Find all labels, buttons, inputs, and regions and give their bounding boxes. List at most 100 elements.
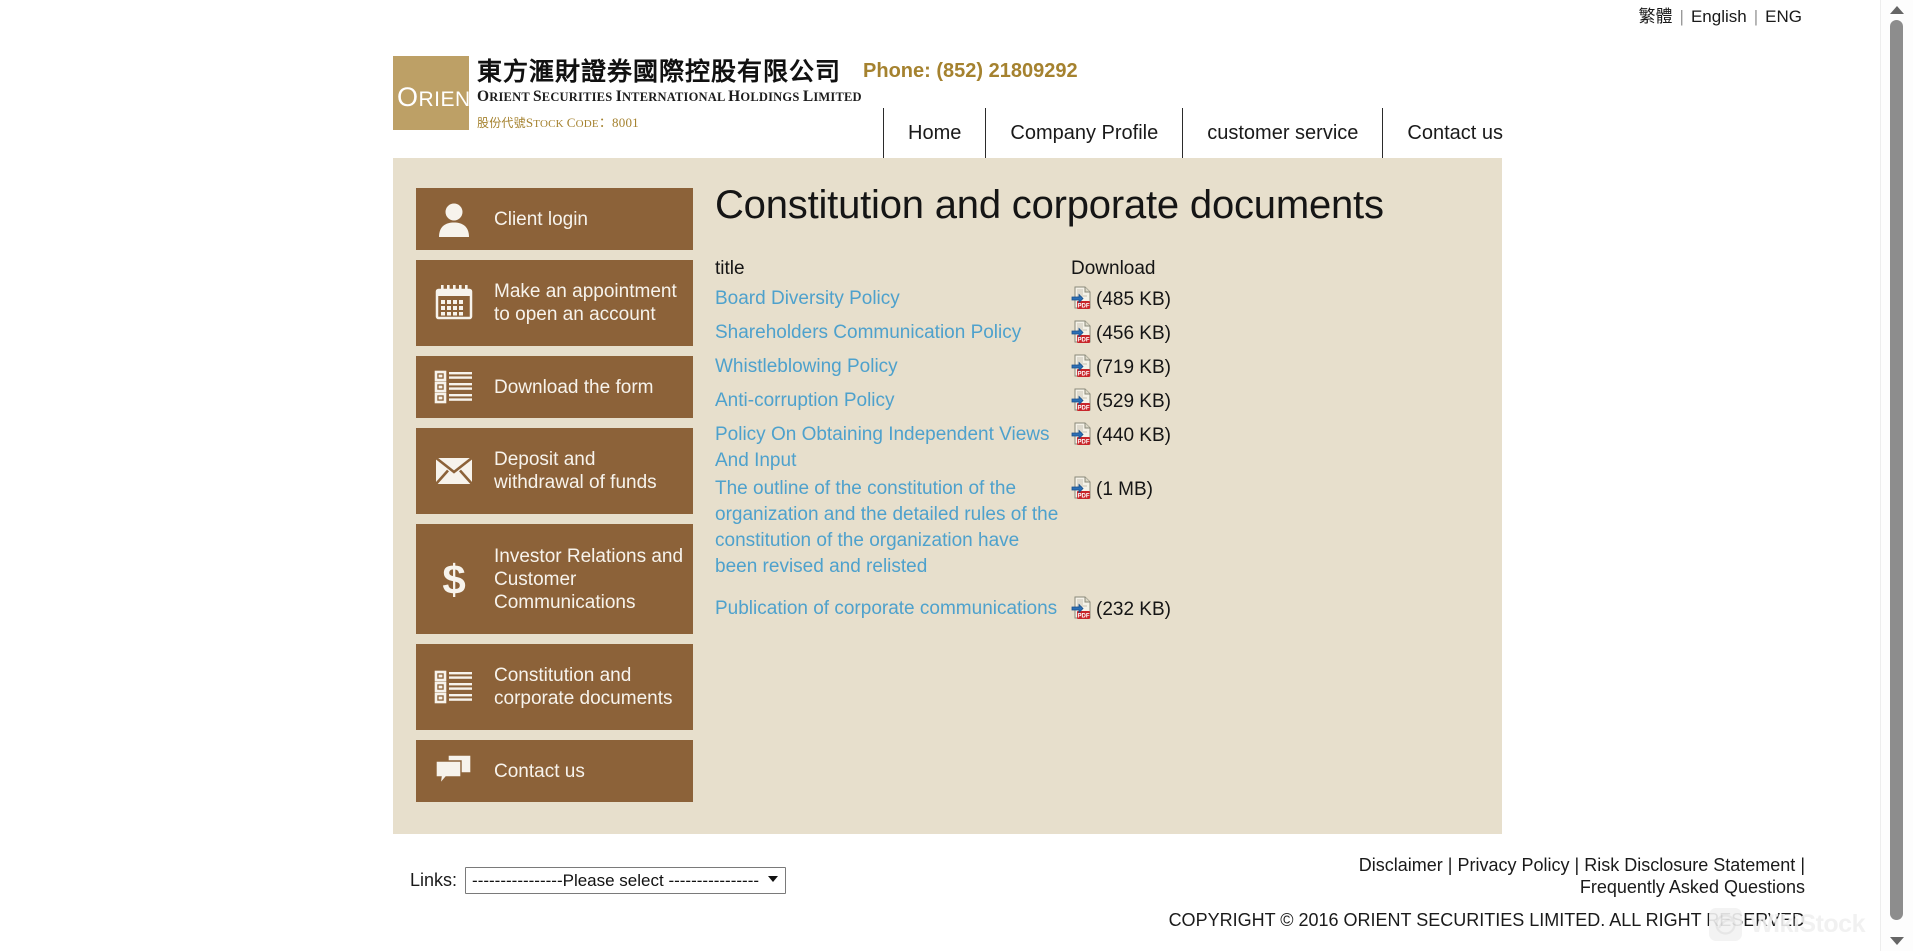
svg-text:PDF: PDF bbox=[1078, 440, 1090, 446]
pdf-icon[interactable]: PDF bbox=[1071, 354, 1093, 386]
company-en-imited: IMITED bbox=[813, 90, 862, 104]
footer-sep-2: | bbox=[1574, 855, 1580, 875]
stock-label-chinese: 股份代號 bbox=[477, 116, 526, 130]
nav-company-profile[interactable]: Company Profile bbox=[986, 108, 1184, 158]
svg-text:PDF: PDF bbox=[1078, 614, 1090, 620]
table-row: Whistleblowing Policy PDF (719 KB) bbox=[715, 354, 1486, 388]
company-name-chinese: 東方滙財證券國際控股有限公司 bbox=[477, 57, 842, 86]
main-navigation: Home Company Profile customer service Co… bbox=[883, 108, 1503, 158]
document-size: (529 KB) bbox=[1096, 391, 1171, 412]
page-scrollbar[interactable] bbox=[1880, 0, 1913, 951]
table-header-row: title Download bbox=[715, 258, 1486, 286]
svg-text:PDF: PDF bbox=[1078, 406, 1090, 412]
stock-code-value: ：8001 bbox=[598, 115, 639, 130]
document-link[interactable]: Whistleblowing Policy bbox=[715, 356, 898, 377]
list-icon bbox=[430, 363, 478, 411]
document-link[interactable]: The outline of the constitution of the o… bbox=[715, 478, 1058, 577]
links-select-wrapper: ----------------Please select ----------… bbox=[465, 867, 787, 894]
sidebar-item-client-login[interactable]: Client login bbox=[416, 188, 693, 250]
document-title-cell: Board Diversity Policy bbox=[715, 286, 1071, 320]
lang-separator-1: | bbox=[1679, 7, 1684, 26]
pdf-icon[interactable]: PDF bbox=[1071, 422, 1093, 454]
table-row: Publication of corporate communications … bbox=[715, 582, 1486, 630]
user-icon bbox=[430, 195, 478, 243]
scroll-up-arrow-icon[interactable] bbox=[1890, 6, 1904, 14]
document-link[interactable]: Publication of corporate communications bbox=[715, 598, 1057, 619]
sidebar-item-label: Client login bbox=[494, 208, 588, 230]
sidebar-item-constitution-documents[interactable]: Constitution and corporate documents bbox=[416, 644, 693, 730]
page-root: 繁體|English|ENG ORIENT 東方滙財證券國際控股有限公司Phon… bbox=[0, 0, 1913, 951]
footer-link-privacy-policy[interactable]: Privacy Policy bbox=[1457, 855, 1569, 875]
footer-link-disclaimer[interactable]: Disclaimer bbox=[1359, 855, 1443, 875]
document-download-cell: PDF (485 KB) bbox=[1071, 286, 1486, 320]
nav-contact-us[interactable]: Contact us bbox=[1383, 108, 1503, 158]
content-panel: Client login Make an appointment to open… bbox=[393, 158, 1502, 834]
pdf-icon[interactable]: PDF bbox=[1071, 320, 1093, 352]
svg-text:PDF: PDF bbox=[1078, 338, 1090, 344]
document-download-cell: PDF (232 KB) bbox=[1071, 582, 1486, 630]
stock-c: C bbox=[566, 115, 576, 130]
pdf-icon[interactable]: PDF bbox=[1071, 286, 1093, 318]
company-en-ecurities: ECURITIES bbox=[541, 90, 616, 104]
document-link[interactable]: Anti-corruption Policy bbox=[715, 390, 895, 411]
sidebar-item-label: Constitution and corporate documents bbox=[494, 665, 673, 709]
sidebar-item-investor-relations[interactable]: $ Investor Relations and Customer Commun… bbox=[416, 524, 693, 634]
column-header-title: title bbox=[715, 258, 745, 279]
sidebar-item-label: Deposit and withdrawal of funds bbox=[494, 449, 657, 493]
links-select[interactable]: ----------------Please select ----------… bbox=[465, 867, 787, 894]
footer-link-risk-disclosure[interactable]: Risk Disclosure Statement bbox=[1584, 855, 1795, 875]
stock-tock: TOCK bbox=[533, 118, 567, 130]
sidebar-item-contact-us[interactable]: Contact us bbox=[416, 740, 693, 802]
orient-logo[interactable]: ORIENT bbox=[393, 56, 469, 130]
pdf-icon[interactable]: PDF bbox=[1071, 596, 1093, 628]
page-title: Constitution and corporate documents bbox=[715, 183, 1384, 227]
company-en-rient: RIENT bbox=[489, 90, 533, 104]
chat-icon bbox=[430, 747, 478, 795]
lang-eng[interactable]: ENG bbox=[1762, 7, 1805, 26]
document-link[interactable]: Policy On Obtaining Independent Views An… bbox=[715, 424, 1049, 471]
document-download-cell: PDF (440 KB) bbox=[1071, 422, 1486, 476]
language-bar: 繁體 | English | ENG bbox=[0, 6, 1880, 28]
scroll-down-arrow-icon[interactable] bbox=[1890, 937, 1904, 945]
nav-customer-service[interactable]: customer service bbox=[1183, 108, 1384, 158]
document-title-cell: Publication of corporate communications bbox=[715, 582, 1071, 630]
site-header: ORIENT 東方滙財證券國際控股有限公司Phone: (852) 218092… bbox=[393, 56, 1503, 158]
logo-letter-o: O bbox=[397, 82, 419, 112]
lang-traditional-chinese[interactable]: 繁體 bbox=[1636, 7, 1676, 26]
table-row: Policy On Obtaining Independent Views An… bbox=[715, 422, 1486, 476]
sidebar-item-download-form[interactable]: Download the form bbox=[416, 356, 693, 418]
company-en-oldings: OLDINGS bbox=[740, 90, 803, 104]
links-label: Links: bbox=[410, 870, 458, 890]
sidebar-item-label: Investor Relations and Customer Communic… bbox=[494, 545, 684, 613]
sidebar-item-label: Make an appointment to open an account bbox=[494, 281, 677, 325]
document-link[interactable]: Shareholders Communication Policy bbox=[715, 322, 1021, 343]
company-en-nternational: NTERNATIONAL bbox=[621, 90, 729, 104]
envelope-icon bbox=[430, 447, 478, 495]
scrollbar-thumb[interactable] bbox=[1890, 20, 1903, 920]
sidebar-item-make-appointment[interactable]: Make an appointment to open an account bbox=[416, 260, 693, 346]
nav-home[interactable]: Home bbox=[883, 108, 987, 158]
sidebar-item-label: Download the form bbox=[494, 376, 654, 398]
documents-table: title Download Board Diversity Policy PD… bbox=[715, 258, 1486, 630]
company-en-s: S bbox=[532, 88, 542, 105]
column-header-download: Download bbox=[1071, 258, 1156, 279]
pdf-icon[interactable]: PDF bbox=[1071, 388, 1093, 420]
table-row: Shareholders Communication Policy PDF (4… bbox=[715, 320, 1486, 354]
document-size: (719 KB) bbox=[1096, 357, 1171, 378]
footer-link-faq[interactable]: Frequently Asked Questions bbox=[1580, 877, 1805, 897]
sidebar-item-deposit-withdrawal[interactable]: Deposit and withdrawal of funds bbox=[416, 428, 693, 514]
svg-text:PDF: PDF bbox=[1078, 494, 1090, 500]
document-size: (1 MB) bbox=[1096, 479, 1153, 500]
svg-text:$: $ bbox=[442, 557, 465, 601]
lang-english[interactable]: English bbox=[1688, 7, 1750, 26]
lang-separator-2: | bbox=[1753, 7, 1759, 26]
sidebar-item-label: Contact us bbox=[494, 760, 585, 782]
main-content: Constitution and corporate documents tit… bbox=[715, 180, 1486, 630]
document-size: (456 KB) bbox=[1096, 323, 1171, 344]
copyright-text: COPYRIGHT © 2016 ORIENT SECURITIES LIMIT… bbox=[1168, 910, 1805, 930]
company-en-h: H bbox=[728, 88, 741, 105]
pdf-icon[interactable]: PDF bbox=[1071, 476, 1093, 508]
document-size: (440 KB) bbox=[1096, 425, 1171, 446]
document-title-cell: Anti-corruption Policy bbox=[715, 388, 1071, 422]
document-link[interactable]: Board Diversity Policy bbox=[715, 288, 900, 309]
